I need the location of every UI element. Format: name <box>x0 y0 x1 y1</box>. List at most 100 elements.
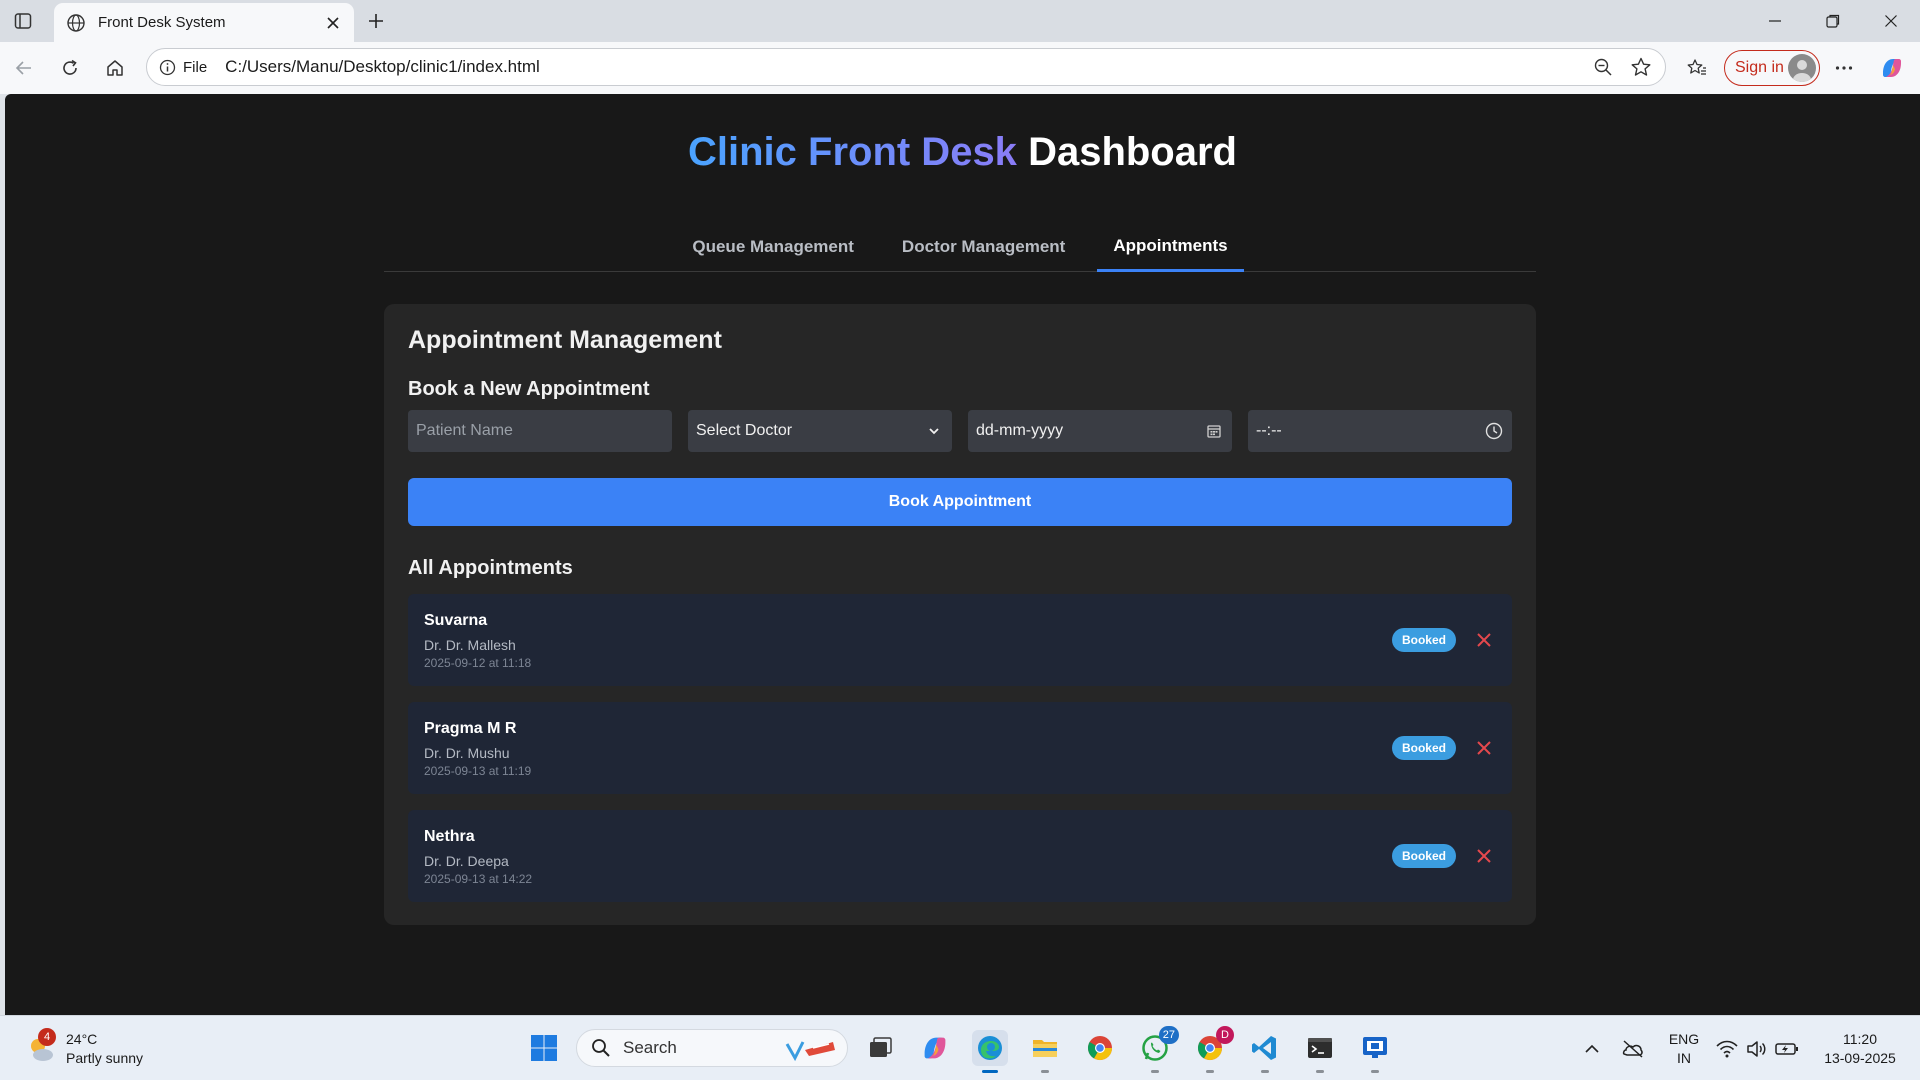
search-icon <box>592 1039 610 1057</box>
edge-browser-icon[interactable] <box>972 1030 1008 1073</box>
date-input[interactable]: dd-mm-yyyy <box>968 410 1232 452</box>
address-url[interactable]: C:/Users/Manu/Desktop/clinic1/index.html <box>225 57 1589 77</box>
close-tab-icon[interactable] <box>324 14 342 32</box>
chevron-down-icon <box>924 421 944 441</box>
appointment-datetime: 2025-09-13 at 11:19 <box>424 764 532 778</box>
cancel-appointment-icon[interactable] <box>1474 846 1494 866</box>
running-indicator <box>1206 1070 1214 1073</box>
cancel-appointment-icon[interactable] <box>1474 738 1494 758</box>
remote-desktop-icon[interactable] <box>1357 1030 1393 1073</box>
running-indicator <box>1316 1070 1324 1073</box>
task-view-icon[interactable] <box>862 1030 898 1066</box>
page-title: Clinic Front Desk Dashboard <box>5 130 1920 175</box>
weather-description: Partly sunny <box>66 1050 144 1066</box>
running-indicator <box>1041 1070 1049 1073</box>
tab-appointments[interactable]: Appointments <box>1097 222 1244 272</box>
appointment-doctor: Dr. Dr. Mushu <box>424 745 510 761</box>
copilot-app-icon[interactable] <box>917 1030 953 1066</box>
language-indicator[interactable]: ENG IN <box>1666 1030 1702 1068</box>
volume-icon[interactable] <box>1744 1034 1770 1064</box>
more-options-icon[interactable] <box>1830 54 1858 82</box>
status-badge: Booked <box>1391 736 1456 760</box>
tab-actions-icon[interactable] <box>12 10 34 32</box>
status-badge: Booked <box>1391 628 1456 652</box>
running-indicator <box>1151 1070 1159 1073</box>
section-tabs: Queue Management Doctor Management Appoi… <box>384 222 1536 272</box>
sign-in-label: Sign in <box>1735 59 1784 76</box>
appointment-datetime: 2025-09-12 at 11:18 <box>424 656 532 670</box>
chrome-icon[interactable] <box>1082 1030 1118 1066</box>
status-badge: Booked <box>1391 844 1456 868</box>
refresh-icon[interactable] <box>56 54 84 82</box>
appointment-patient: Suvarna <box>424 612 488 629</box>
search-highlight-icon <box>785 1041 835 1062</box>
appointment-patient: Nethra <box>424 828 475 845</box>
web-page: Clinic Front Desk Dashboard Queue Manage… <box>5 94 1920 1015</box>
clock-time: 11:20 <box>1843 1031 1877 1047</box>
tab-queue-management[interactable]: Queue Management <box>676 222 870 272</box>
terminal-icon[interactable] <box>1302 1030 1338 1073</box>
appointment-datetime: 2025-09-13 at 14:22 <box>424 872 533 886</box>
partly-sunny-icon: 4 <box>26 1028 56 1064</box>
restore-button[interactable] <box>1810 8 1856 34</box>
battery-charging-icon[interactable] <box>1774 1034 1800 1064</box>
card-heading: Appointment Management <box>408 326 722 354</box>
appointment-doctor: Dr. Dr. Deepa <box>424 853 509 869</box>
time-input-value: --:-- <box>1256 422 1282 439</box>
favorite-star-icon[interactable] <box>1627 53 1655 81</box>
onedrive-offline-icon[interactable] <box>1620 1034 1646 1064</box>
clock-icon[interactable] <box>1484 421 1504 441</box>
taskbar-search[interactable]: Search <box>576 1029 848 1067</box>
chrome-profile-icon[interactable]: D <box>1192 1026 1234 1073</box>
file-explorer-icon[interactable] <box>1027 1030 1063 1073</box>
whatsapp-icon[interactable]: 27 <box>1137 1026 1179 1073</box>
language-region: IN <box>1677 1050 1691 1066</box>
language-code: ENG <box>1668 1031 1700 1047</box>
chrome-profile-badge: D <box>1216 1026 1234 1044</box>
weather-temperature: 24°C <box>66 1031 98 1047</box>
running-indicator <box>1261 1070 1269 1073</box>
appointment-doctor: Dr. Dr. Mallesh <box>424 637 516 653</box>
show-hidden-icons-chevron-icon[interactable] <box>1582 1034 1602 1064</box>
wifi-icon[interactable] <box>1714 1034 1740 1064</box>
system-clock[interactable]: 11:20 13-09-2025 <box>1812 1030 1908 1068</box>
copilot-icon[interactable] <box>1878 54 1906 82</box>
browser-toolbar: File C:/Users/Manu/Desktop/clinic1/index… <box>0 42 1920 94</box>
vscode-icon[interactable] <box>1247 1030 1283 1073</box>
appointment-item: Nethra Dr. Dr. Deepa 2025-09-13 at 14:22… <box>408 810 1512 902</box>
new-tab-button[interactable] <box>364 9 388 33</box>
appointment-item: Suvarna Dr. Dr. Mallesh 2025-09-12 at 11… <box>408 594 1512 686</box>
patient-name-field[interactable] <box>408 410 672 452</box>
weather-badge: 4 <box>38 1028 56 1046</box>
book-appointment-button[interactable]: Book Appointment <box>408 478 1512 526</box>
browser-tab[interactable]: Front Desk System <box>54 3 354 42</box>
patient-name-input[interactable] <box>416 422 664 440</box>
cancel-appointment-icon[interactable] <box>1474 630 1494 650</box>
minimize-button[interactable] <box>1752 8 1798 34</box>
time-input[interactable]: --:-- <box>1248 410 1512 452</box>
info-icon[interactable] <box>157 57 177 77</box>
address-bar[interactable]: File C:/Users/Manu/Desktop/clinic1/index… <box>146 48 1666 86</box>
appointment-item: Pragma M R Dr. Dr. Mushu 2025-09-13 at 1… <box>408 702 1512 794</box>
back-arrow-icon[interactable] <box>10 54 38 82</box>
booking-form: Select Doctor dd-mm-yyyy --:-- <box>408 410 1512 452</box>
tab-doctor-management[interactable]: Doctor Management <box>886 222 1081 272</box>
start-button-icon[interactable] <box>526 1030 562 1066</box>
doctor-select-value: Select Doctor <box>696 422 793 439</box>
running-indicator <box>1371 1070 1379 1073</box>
appointment-patient: Pragma M R <box>424 720 517 737</box>
doctor-select[interactable]: Select Doctor <box>688 410 952 452</box>
favorites-icon[interactable] <box>1683 54 1711 82</box>
globe-icon <box>66 13 86 33</box>
running-indicator <box>982 1070 998 1073</box>
home-icon[interactable] <box>101 54 129 82</box>
whatsapp-badge: 27 <box>1158 1026 1179 1044</box>
page-title-accent: Clinic Front Desk <box>687 130 1017 174</box>
sign-in-button[interactable]: Sign in <box>1724 50 1820 86</box>
calendar-icon[interactable] <box>1204 421 1224 441</box>
browser-tab-bar: Front Desk System <box>0 0 1920 42</box>
clock-date: 13-09-2025 <box>1824 1050 1896 1066</box>
close-window-button[interactable] <box>1868 8 1914 34</box>
weather-widget[interactable]: 4 24°C Partly sunny <box>26 1028 144 1068</box>
zoom-out-icon[interactable] <box>1589 53 1617 81</box>
